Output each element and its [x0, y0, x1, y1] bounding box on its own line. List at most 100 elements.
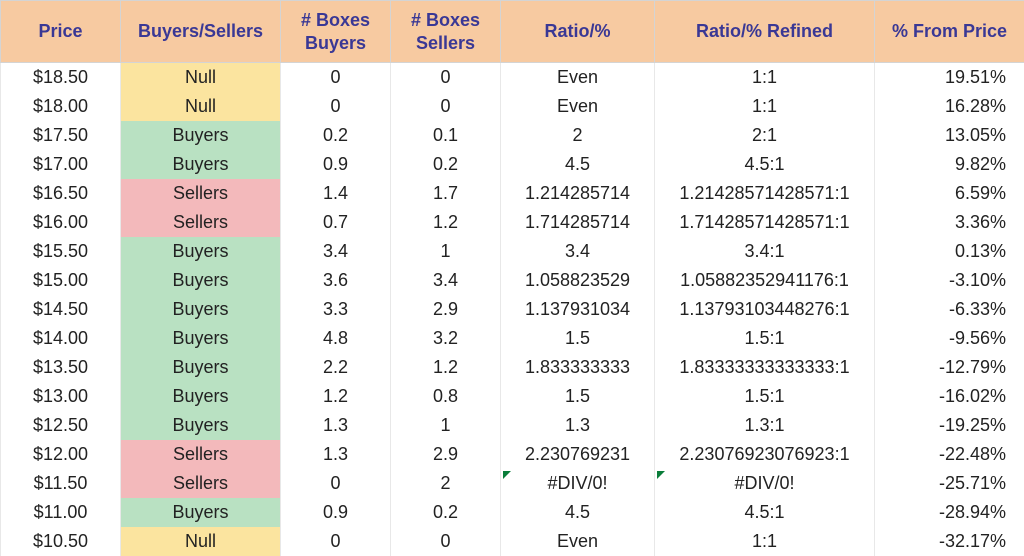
- table-row: $11.50Sellers02#DIV/0!#DIV/0!-25.71%: [1, 469, 1024, 498]
- cell-boxes-buyers: 4.8: [281, 324, 391, 353]
- cell-boxes-sellers: 1: [391, 237, 501, 266]
- cell-ratio: Even: [501, 527, 655, 556]
- table-row: $15.50Buyers3.413.43.4:10.13%: [1, 237, 1024, 266]
- cell-boxes-sellers: 0.2: [391, 150, 501, 179]
- col-boxes-buyers: # Boxes Buyers: [281, 1, 391, 63]
- cell-boxes-buyers: 0: [281, 63, 391, 93]
- cell-boxes-sellers: 0: [391, 527, 501, 556]
- table-row: $16.00Sellers0.71.21.7142857141.71428571…: [1, 208, 1024, 237]
- price-analysis-table: Price Buyers/Sellers # Boxes Buyers # Bo…: [0, 0, 1024, 556]
- cell-buyers-sellers: Buyers: [121, 382, 281, 411]
- cell-ratio: 2: [501, 121, 655, 150]
- cell-boxes-buyers: 1.3: [281, 411, 391, 440]
- cell-boxes-buyers: 0: [281, 527, 391, 556]
- cell-ratio: 1.5: [501, 324, 655, 353]
- cell-ratio-refined: 1:1: [655, 527, 875, 556]
- col-ratio: Ratio/%: [501, 1, 655, 63]
- cell-price: $16.50: [1, 179, 121, 208]
- cell-boxes-sellers: 2.9: [391, 440, 501, 469]
- cell-boxes-buyers: 0.7: [281, 208, 391, 237]
- cell-price: $15.50: [1, 237, 121, 266]
- cell-price: $11.50: [1, 469, 121, 498]
- cell-ratio-refined: 1.5:1: [655, 382, 875, 411]
- cell-price: $10.50: [1, 527, 121, 556]
- cell-buyers-sellers: Buyers: [121, 121, 281, 150]
- table-header-row: Price Buyers/Sellers # Boxes Buyers # Bo…: [1, 1, 1024, 63]
- cell-boxes-sellers: 0: [391, 63, 501, 93]
- cell-pct-from-price: 6.59%: [875, 179, 1024, 208]
- cell-buyers-sellers: Buyers: [121, 266, 281, 295]
- table-row: $17.00Buyers0.90.24.54.5:19.82%: [1, 150, 1024, 179]
- col-ratio-refined: Ratio/% Refined: [655, 1, 875, 63]
- table-row: $17.50Buyers0.20.122:113.05%: [1, 121, 1024, 150]
- cell-ratio-refined: 3.4:1: [655, 237, 875, 266]
- cell-ratio-refined: 1.05882352941176:1: [655, 266, 875, 295]
- cell-price: $18.50: [1, 63, 121, 93]
- cell-boxes-sellers: 3.2: [391, 324, 501, 353]
- cell-boxes-sellers: 0: [391, 92, 501, 121]
- cell-ratio-refined: 2:1: [655, 121, 875, 150]
- cell-price: $14.50: [1, 295, 121, 324]
- cell-buyers-sellers: Buyers: [121, 150, 281, 179]
- table-body: $18.50Null00Even1:119.51%$18.00Null00Eve…: [1, 63, 1024, 556]
- cell-buyers-sellers: Buyers: [121, 237, 281, 266]
- table-row: $11.00Buyers0.90.24.54.5:1-28.94%: [1, 498, 1024, 527]
- cell-buyers-sellers: Null: [121, 527, 281, 556]
- cell-price: $12.50: [1, 411, 121, 440]
- cell-buyers-sellers: Sellers: [121, 469, 281, 498]
- cell-price: $11.00: [1, 498, 121, 527]
- col-buyers-sellers: Buyers/Sellers: [121, 1, 281, 63]
- cell-pct-from-price: -19.25%: [875, 411, 1024, 440]
- cell-price: $13.50: [1, 353, 121, 382]
- cell-ratio-refined: 1:1: [655, 92, 875, 121]
- cell-ratio-refined: 1.83333333333333:1: [655, 353, 875, 382]
- cell-pct-from-price: 16.28%: [875, 92, 1024, 121]
- cell-buyers-sellers: Buyers: [121, 295, 281, 324]
- cell-ratio-refined: #DIV/0!: [655, 469, 875, 498]
- cell-pct-from-price: -9.56%: [875, 324, 1024, 353]
- table-row: $18.50Null00Even1:119.51%: [1, 63, 1024, 93]
- cell-buyers-sellers: Null: [121, 92, 281, 121]
- cell-boxes-sellers: 0.2: [391, 498, 501, 527]
- cell-price: $18.00: [1, 92, 121, 121]
- cell-boxes-sellers: 1.2: [391, 353, 501, 382]
- cell-buyers-sellers: Buyers: [121, 324, 281, 353]
- cell-pct-from-price: -32.17%: [875, 527, 1024, 556]
- cell-boxes-buyers: 0.2: [281, 121, 391, 150]
- cell-ratio: 2.230769231: [501, 440, 655, 469]
- table-row: $18.00Null00Even1:116.28%: [1, 92, 1024, 121]
- cell-ratio: 1.714285714: [501, 208, 655, 237]
- cell-ratio-refined: 1.3:1: [655, 411, 875, 440]
- cell-buyers-sellers: Sellers: [121, 440, 281, 469]
- cell-price: $17.50: [1, 121, 121, 150]
- cell-ratio-refined: 1.13793103448276:1: [655, 295, 875, 324]
- cell-boxes-buyers: 0.9: [281, 150, 391, 179]
- cell-boxes-buyers: 1.4: [281, 179, 391, 208]
- cell-boxes-sellers: 0.1: [391, 121, 501, 150]
- cell-pct-from-price: 19.51%: [875, 63, 1024, 93]
- cell-pct-from-price: -16.02%: [875, 382, 1024, 411]
- cell-boxes-sellers: 3.4: [391, 266, 501, 295]
- cell-pct-from-price: 13.05%: [875, 121, 1024, 150]
- cell-price: $13.00: [1, 382, 121, 411]
- cell-buyers-sellers: Sellers: [121, 208, 281, 237]
- cell-boxes-buyers: 3.4: [281, 237, 391, 266]
- cell-boxes-sellers: 1: [391, 411, 501, 440]
- cell-pct-from-price: 9.82%: [875, 150, 1024, 179]
- cell-ratio: #DIV/0!: [501, 469, 655, 498]
- cell-ratio: 1.3: [501, 411, 655, 440]
- cell-price: $12.00: [1, 440, 121, 469]
- cell-boxes-buyers: 0: [281, 92, 391, 121]
- cell-boxes-buyers: 0.9: [281, 498, 391, 527]
- cell-pct-from-price: -12.79%: [875, 353, 1024, 382]
- table-row: $15.00Buyers3.63.41.0588235291.058823529…: [1, 266, 1024, 295]
- cell-pct-from-price: -6.33%: [875, 295, 1024, 324]
- cell-ratio-refined: 4.5:1: [655, 498, 875, 527]
- table-row: $10.50Null00Even1:1-32.17%: [1, 527, 1024, 556]
- cell-ratio-refined: 1.21428571428571:1: [655, 179, 875, 208]
- cell-ratio: 1.833333333: [501, 353, 655, 382]
- cell-boxes-buyers: 3.6: [281, 266, 391, 295]
- cell-price: $14.00: [1, 324, 121, 353]
- cell-ratio-refined: 1.5:1: [655, 324, 875, 353]
- cell-ratio-refined: 1.71428571428571:1: [655, 208, 875, 237]
